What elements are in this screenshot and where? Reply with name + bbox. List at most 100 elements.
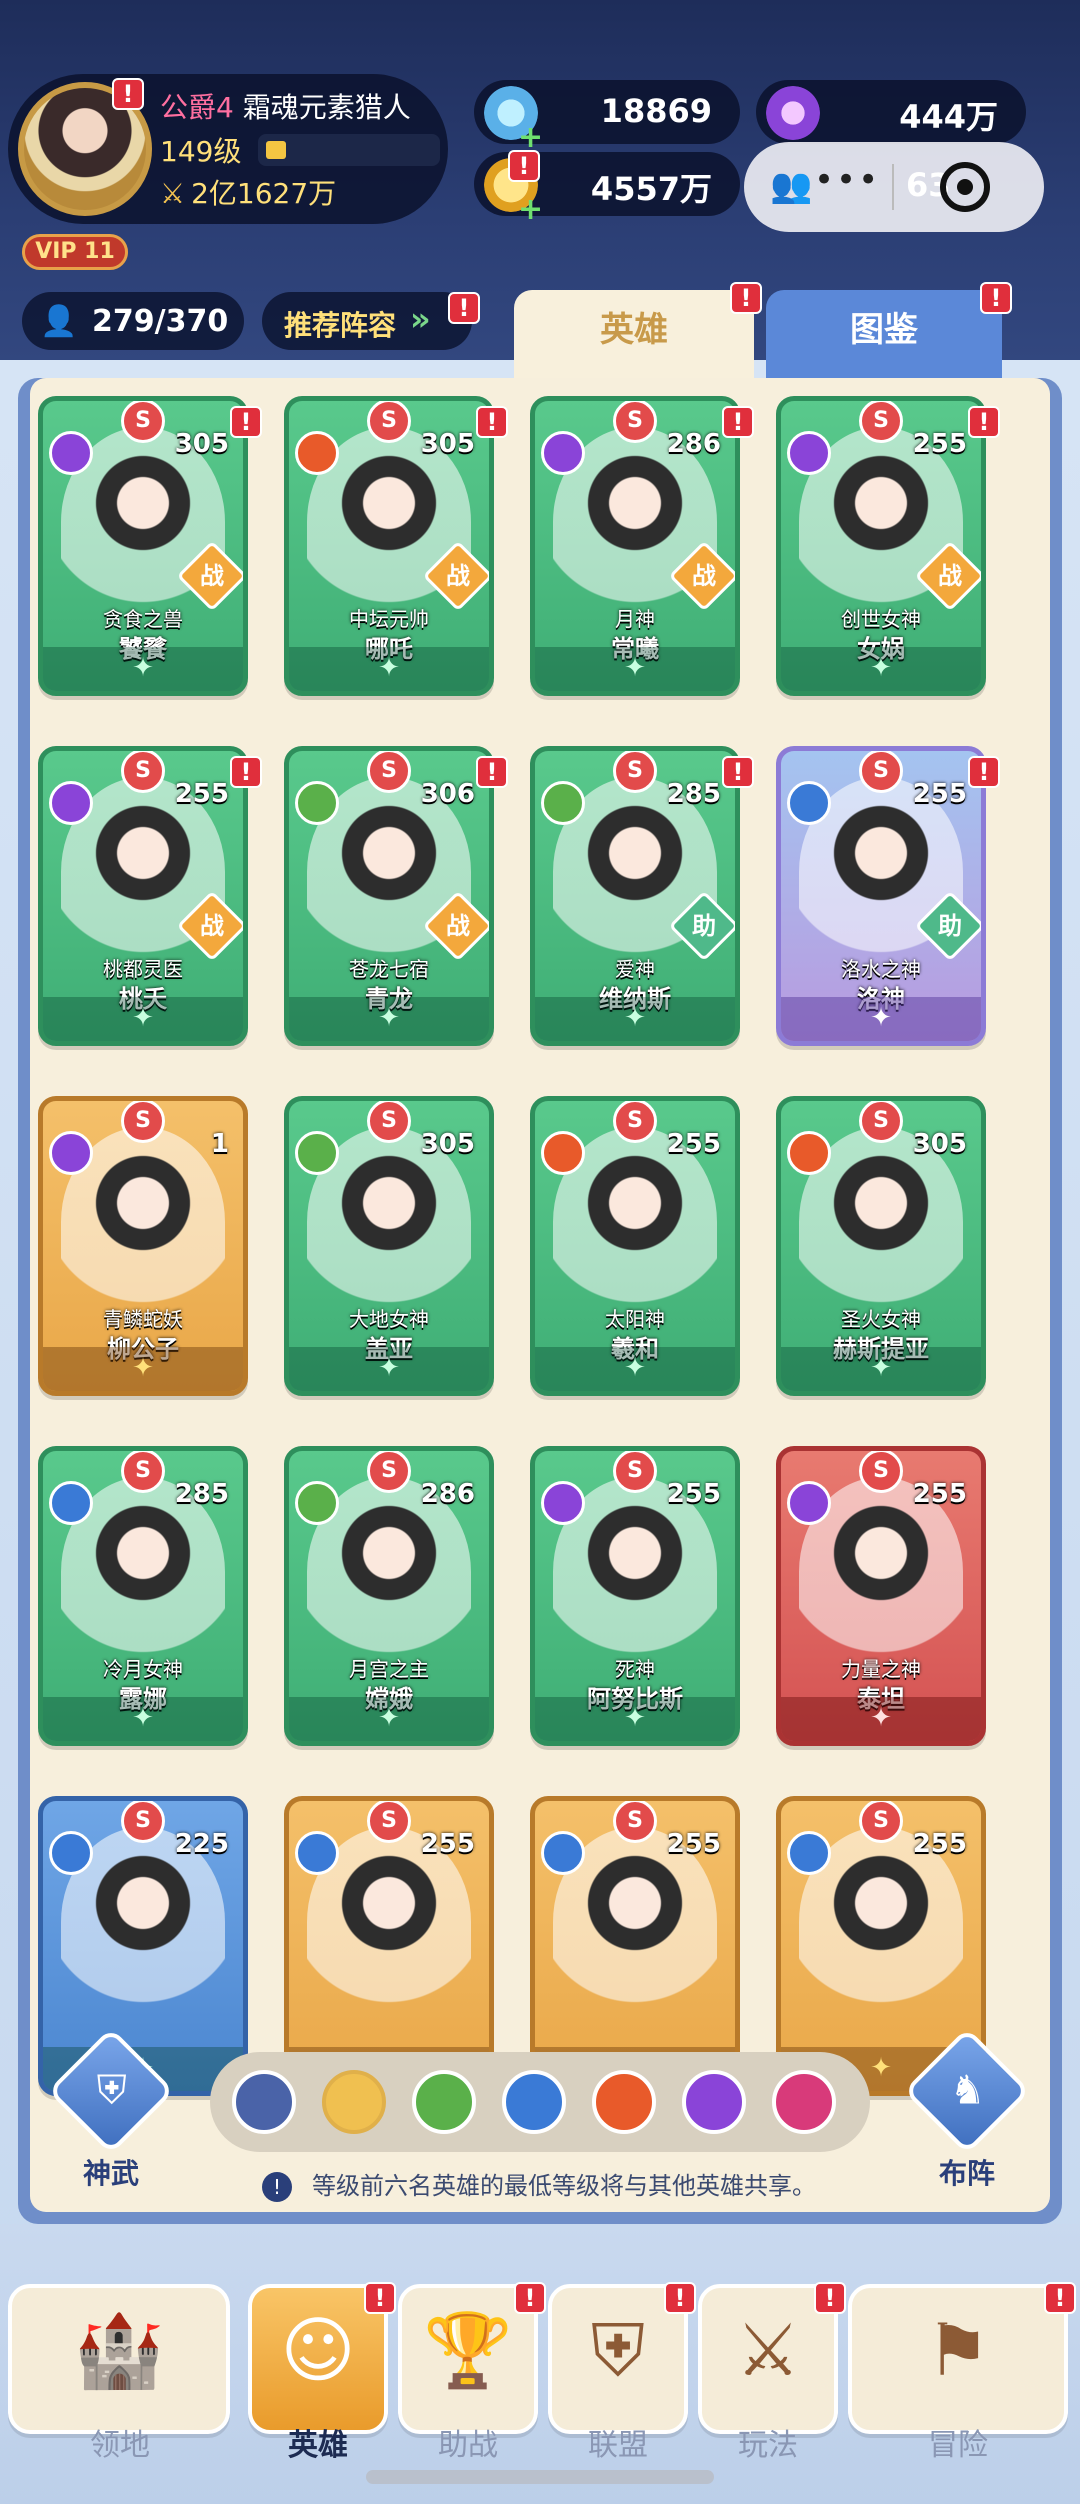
element-filter-button[interactable] bbox=[322, 2070, 386, 2134]
purple-value: 444万 bbox=[899, 98, 998, 136]
add-gold-icon[interactable]: + bbox=[518, 192, 543, 227]
hero-card[interactable]: S 305 圣火女神 赫斯提亚 ✦ bbox=[776, 1096, 986, 1396]
hero-card[interactable]: S255✦ bbox=[284, 1796, 494, 2096]
hero-level: 305 bbox=[174, 429, 229, 459]
nav-alert-badge: ! bbox=[814, 2282, 846, 2314]
hero-subtitle: 中坛元帅 bbox=[349, 607, 429, 631]
hero-star-strip: ✦ bbox=[535, 997, 735, 1041]
rarity-s-badge: S bbox=[121, 751, 165, 793]
capsule-divider bbox=[892, 164, 894, 210]
hero-level: 255 bbox=[912, 429, 967, 459]
role-label: 战 bbox=[446, 912, 470, 940]
recommend-lineup-button[interactable]: 推荐阵容 » bbox=[262, 292, 472, 350]
level-progress-fill bbox=[266, 141, 286, 159]
hero-level: 285 bbox=[174, 1479, 229, 1509]
element-icon bbox=[49, 431, 93, 475]
hero-card[interactable]: S 285 冷月女神 露娜 ✦ bbox=[38, 1446, 248, 1746]
hero-level: 286 bbox=[420, 1479, 475, 1509]
player-power: ⚔ 2亿1627万 bbox=[160, 172, 336, 212]
element-filter-button[interactable] bbox=[592, 2070, 656, 2134]
hero-card[interactable]: S 255 死神 阿努比斯 ✦ bbox=[530, 1446, 740, 1746]
more-dots-icon[interactable]: ••• bbox=[814, 160, 880, 200]
nav-label: 英雄 bbox=[288, 2428, 348, 2463]
hero-star-strip: ✦ bbox=[43, 1347, 243, 1391]
recommend-alert-badge: ! bbox=[448, 292, 480, 324]
nav-adventure[interactable]: ⚑ bbox=[848, 2284, 1068, 2434]
adventure-icon: ⚑ bbox=[925, 2308, 991, 2392]
element-filter-button[interactable] bbox=[232, 2070, 296, 2134]
nav-label: 助战 bbox=[438, 2428, 498, 2463]
element-filter-button[interactable] bbox=[412, 2070, 476, 2134]
chess-knight-icon: ♞ bbox=[903, 2027, 1031, 2155]
formation-button[interactable]: ♞ 布阵 bbox=[903, 2027, 1031, 2192]
rarity-s-badge: S bbox=[613, 1451, 657, 1493]
hero-level: 285 bbox=[666, 779, 721, 809]
hero-level: 225 bbox=[174, 1829, 229, 1859]
hero-card[interactable]: S 255 太阳神 羲和 ✦ bbox=[530, 1096, 740, 1396]
element-filter-button[interactable] bbox=[772, 2070, 836, 2134]
element-icon bbox=[295, 1481, 339, 1525]
rarity-s-badge: S bbox=[121, 1451, 165, 1493]
player-profile[interactable]: 公爵4 霜魂元素猎人 149级 ⚔ 2亿1627万 bbox=[8, 74, 448, 224]
hero-card[interactable]: S 255 战桃都灵医 桃夭 ✦ bbox=[38, 746, 248, 1046]
element-icon bbox=[49, 781, 93, 825]
avatar-alert-badge: ! bbox=[112, 78, 144, 110]
hero-card[interactable]: S 285 助爱神 维纳斯 ✦ bbox=[530, 746, 740, 1046]
nav-castle[interactable]: 🏰 bbox=[8, 2284, 230, 2434]
recommend-label: 推荐阵容 bbox=[284, 309, 397, 342]
divine-weapon-button[interactable]: ⛨ 神武 bbox=[47, 2027, 175, 2192]
rarity-s-badge: S bbox=[613, 751, 657, 793]
hero-level: 305 bbox=[420, 429, 475, 459]
element-icon bbox=[49, 1131, 93, 1175]
assist-icon: 🏆 bbox=[423, 2308, 513, 2392]
element-filter-button[interactable] bbox=[682, 2070, 746, 2134]
gold-value: 4557万 bbox=[590, 170, 712, 208]
hero-card[interactable]: S 286 战月神 常曦 ✦ bbox=[530, 396, 740, 696]
hero-card[interactable]: S255助洛水之神洛神✦ bbox=[776, 746, 986, 1046]
close-target-icon[interactable] bbox=[940, 162, 990, 212]
hero-star-strip: ✦ bbox=[289, 1697, 489, 1741]
role-label: 战 bbox=[692, 562, 716, 590]
tab-heroes[interactable]: 英雄 bbox=[514, 290, 754, 380]
hero-level: 255 bbox=[666, 1479, 721, 1509]
purple-currency-counter[interactable]: 444万 bbox=[756, 80, 1026, 144]
hero-star-strip: ✦ bbox=[43, 997, 243, 1041]
hero-star-strip: ✦ bbox=[781, 647, 981, 691]
element-filter-button[interactable] bbox=[502, 2070, 566, 2134]
hero-card[interactable]: S 305 战中坛元帅 哪吒 ✦ bbox=[284, 396, 494, 696]
hero-subtitle: 圣火女神 bbox=[841, 1307, 921, 1331]
hero-level: 255 bbox=[420, 1829, 475, 1859]
hero-alert-badge: ! bbox=[476, 756, 508, 788]
rarity-s-badge: S bbox=[367, 751, 411, 793]
hero-card[interactable]: S255力量之神泰坦✦ bbox=[776, 1446, 986, 1746]
gems-counter[interactable]: + 18869 bbox=[474, 80, 740, 155]
hero-card[interactable]: S 305 大地女神 盖亚 ✦ bbox=[284, 1096, 494, 1396]
hero-card[interactable]: S 305 战贪食之兽 饕餮 ✦ bbox=[38, 396, 248, 696]
formation-label: 布阵 bbox=[938, 2157, 995, 2190]
hero-star-strip: ✦ bbox=[289, 997, 489, 1041]
vip-badge[interactable]: VIP 11 bbox=[22, 234, 128, 270]
hero-subtitle: 月神 bbox=[615, 607, 655, 631]
hero-card[interactable]: S 306 战苍龙七宿 青龙 ✦ bbox=[284, 746, 494, 1046]
hero-card[interactable]: S255✦ bbox=[530, 1796, 740, 2096]
hero-star-strip: ✦ bbox=[535, 1347, 735, 1391]
hero-card[interactable]: S 255 战创世女神 女娲 ✦ bbox=[776, 396, 986, 696]
hero-level: 305 bbox=[912, 1129, 967, 1159]
hero-card[interactable]: S 1 青鳞蛇妖 柳公子 ✦ bbox=[38, 1096, 248, 1396]
hero-alert-badge: ! bbox=[968, 756, 1000, 788]
friends-icon[interactable]: 👥 bbox=[770, 166, 812, 206]
mini-program-capsule[interactable]: 👥 ••• 63 bbox=[744, 142, 1044, 232]
element-icon bbox=[49, 1831, 93, 1875]
nav-label: 玩法 bbox=[738, 2428, 798, 2463]
roster-count-value: 279/370 bbox=[92, 304, 229, 339]
hero-card[interactable]: S 286 月宫之主 嫦娥 ✦ bbox=[284, 1446, 494, 1746]
hero-star-strip: ✦ bbox=[289, 1347, 489, 1391]
purple-orb-icon bbox=[766, 86, 820, 140]
rarity-s-badge: S bbox=[859, 751, 903, 793]
tab-atlas[interactable]: 图鉴 bbox=[766, 290, 1002, 380]
hero-star-strip: ✦ bbox=[289, 647, 489, 691]
hero-subtitle: 月宫之主 bbox=[349, 1657, 429, 1681]
hero-roster-count[interactable]: 👤 279/370 bbox=[22, 292, 244, 350]
element-icon bbox=[787, 431, 831, 475]
hero-level: 255 bbox=[174, 779, 229, 809]
